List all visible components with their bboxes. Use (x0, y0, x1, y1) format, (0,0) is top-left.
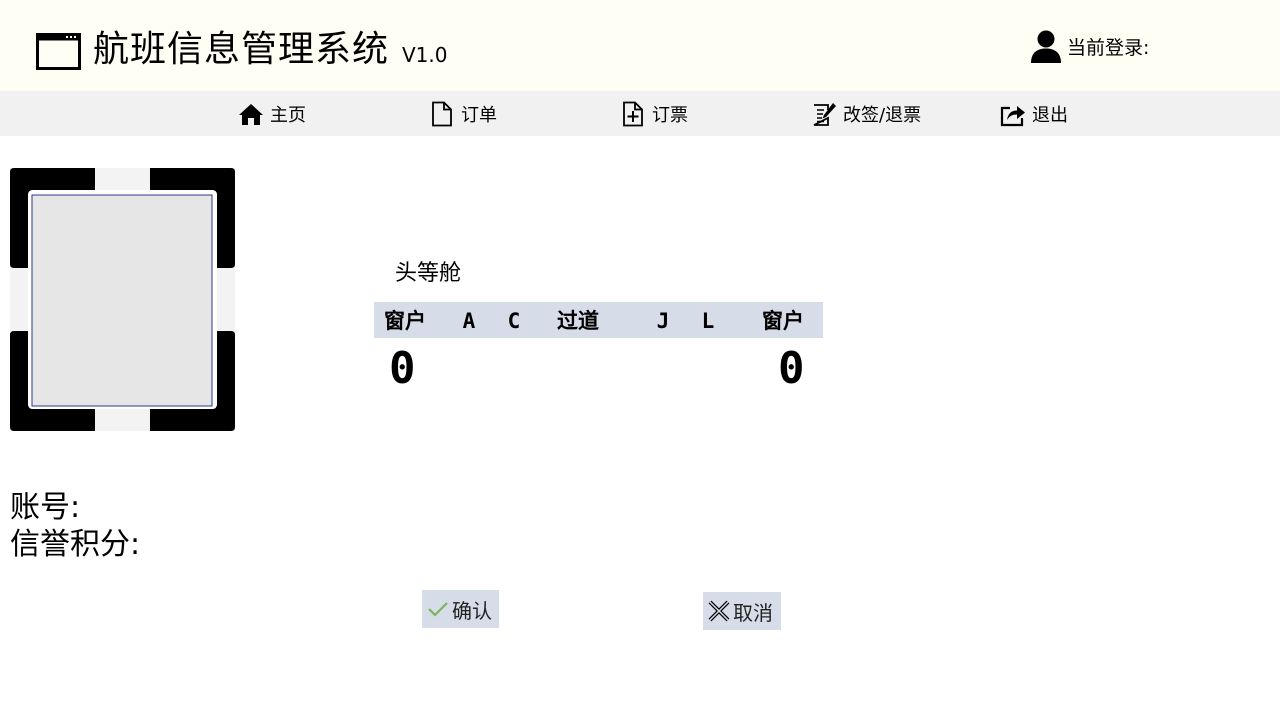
row-number-right: 0 (778, 343, 805, 394)
cabin-title: 头等舱 (395, 261, 462, 286)
credit-score-label: 信誉积分: (10, 527, 141, 562)
app-version: V1.0 (402, 43, 448, 67)
app-title: 航班信息管理系统 (93, 29, 390, 70)
cancel-label: 取消 (733, 600, 773, 625)
col-a: A (462, 309, 476, 333)
nav-item-logout[interactable]: 退出 (1000, 91, 1068, 136)
nav-label-home: 主页 (270, 104, 306, 126)
check-icon (428, 602, 448, 617)
edit-document-icon (813, 102, 836, 126)
nav-item-change-refund[interactable]: 改签/退票 (811, 91, 921, 136)
share-exit-icon (1000, 105, 1025, 126)
nav-label-orders: 订单 (461, 104, 497, 126)
nav-item-orders[interactable]: 订单 (429, 91, 497, 136)
nav-bar: 主页 订单 订票 改签/退票 退出 (0, 91, 1280, 136)
home-icon (239, 103, 263, 125)
row-number-left: 0 (389, 343, 416, 394)
col-l: L (701, 309, 715, 333)
close-icon (708, 600, 730, 622)
nav-item-book[interactable]: 订票 (620, 91, 688, 136)
add-document-icon (623, 101, 643, 126)
col-window-right: 窗户 (762, 309, 804, 333)
window-icon (36, 33, 81, 70)
photo-frame (10, 168, 235, 431)
seat-header: 窗户 A C 过道 J L 窗户 (374, 302, 823, 338)
account-label: 账号: (10, 490, 81, 525)
nav-item-home[interactable]: 主页 (238, 91, 306, 136)
current-login-label: 当前登录: (1067, 37, 1150, 59)
confirm-button[interactable]: 确认 (422, 590, 499, 628)
header-bar: 航班信息管理系统 V1.0 当前登录: (0, 0, 1280, 91)
user-icon (1031, 30, 1061, 63)
nav-label-logout: 退出 (1032, 104, 1068, 126)
col-j: J (656, 309, 670, 333)
nav-label-change-refund: 改签/退票 (843, 104, 922, 126)
document-icon (432, 101, 452, 126)
col-aisle: 过道 (557, 309, 599, 333)
confirm-label: 确认 (452, 598, 492, 623)
col-c: C (507, 309, 521, 333)
cancel-button[interactable]: 取消 (703, 592, 781, 630)
col-window-left: 窗户 (384, 309, 426, 333)
nav-label-book: 订票 (652, 104, 688, 126)
